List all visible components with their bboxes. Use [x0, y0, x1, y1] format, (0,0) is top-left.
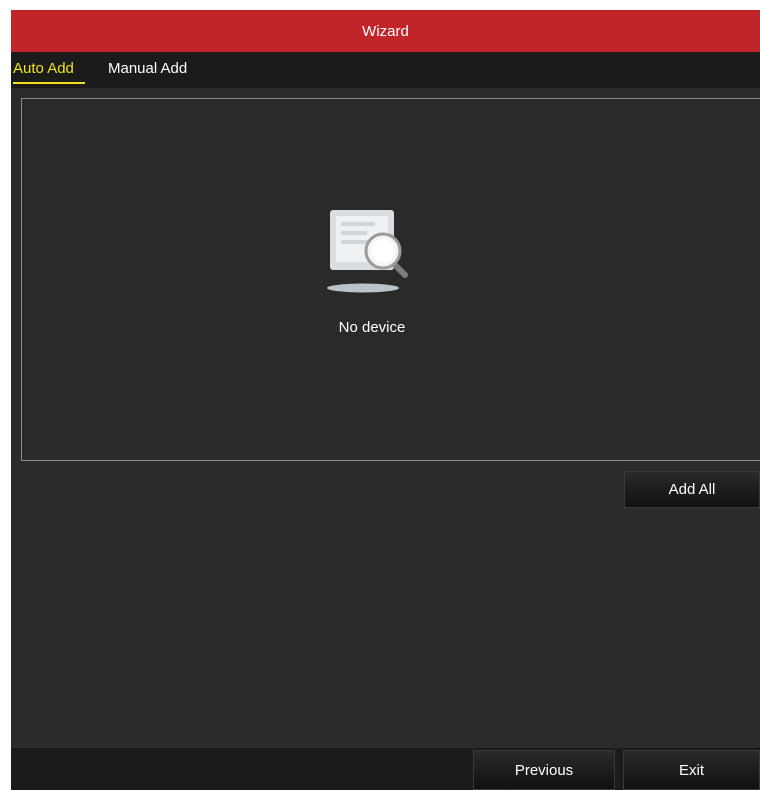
add-all-button[interactable]: Add All — [624, 471, 760, 508]
title-bar: Wizard — [11, 10, 760, 52]
device-search-icon — [327, 210, 408, 293]
wizard-window: Wizard Auto Add Manual Add No device Add… — [11, 10, 760, 790]
bottom-bar: Previous Exit — [11, 748, 760, 790]
tab-auto-add[interactable]: Auto Add — [13, 60, 85, 84]
device-list-panel: No device — [21, 98, 760, 461]
previous-button[interactable]: Previous — [473, 750, 615, 790]
tab-bar: Auto Add Manual Add — [11, 52, 760, 88]
no-device-label: No device — [338, 319, 406, 336]
tab-manual-add[interactable]: Manual Add — [108, 60, 187, 84]
exit-button[interactable]: Exit — [623, 750, 760, 790]
window-title: Wizard — [362, 22, 409, 40]
